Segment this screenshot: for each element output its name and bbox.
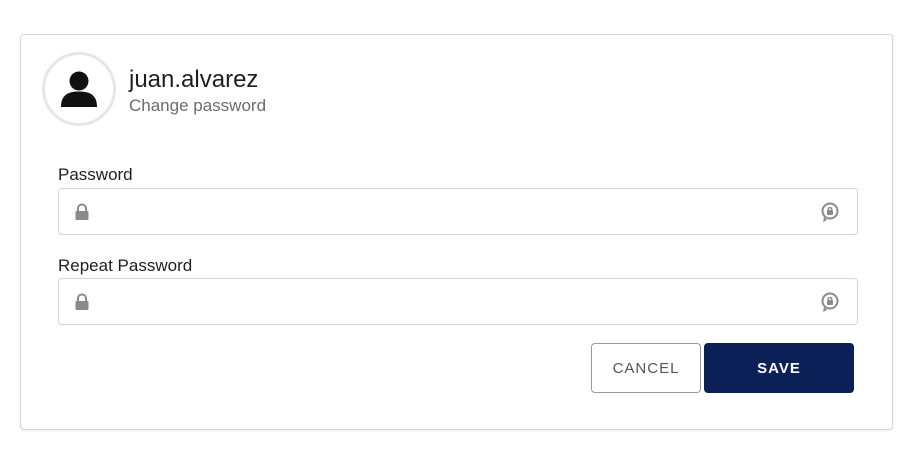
username: juan.alvarez: [129, 66, 259, 93]
password-field-wrapper: [58, 188, 858, 235]
password-label: Password: [58, 165, 133, 184]
lock-icon: [75, 293, 89, 310]
cancel-button[interactable]: CANCEL: [591, 343, 701, 393]
save-button[interactable]: SAVE: [704, 343, 854, 393]
reveal-password-icon[interactable]: [820, 201, 840, 223]
lock-icon: [75, 203, 89, 220]
repeat-password-label: Repeat Password: [58, 256, 193, 275]
avatar: [42, 52, 116, 126]
user-silhouette-icon: [61, 71, 97, 107]
change-password-card: juan.alvarez Change password Password Re…: [20, 34, 893, 430]
reveal-password-icon[interactable]: [820, 291, 840, 313]
page-subtitle: Change password: [129, 96, 267, 115]
repeat-password-input[interactable]: [103, 279, 803, 324]
password-input[interactable]: [103, 189, 803, 234]
repeat-password-field-wrapper: [58, 278, 858, 325]
